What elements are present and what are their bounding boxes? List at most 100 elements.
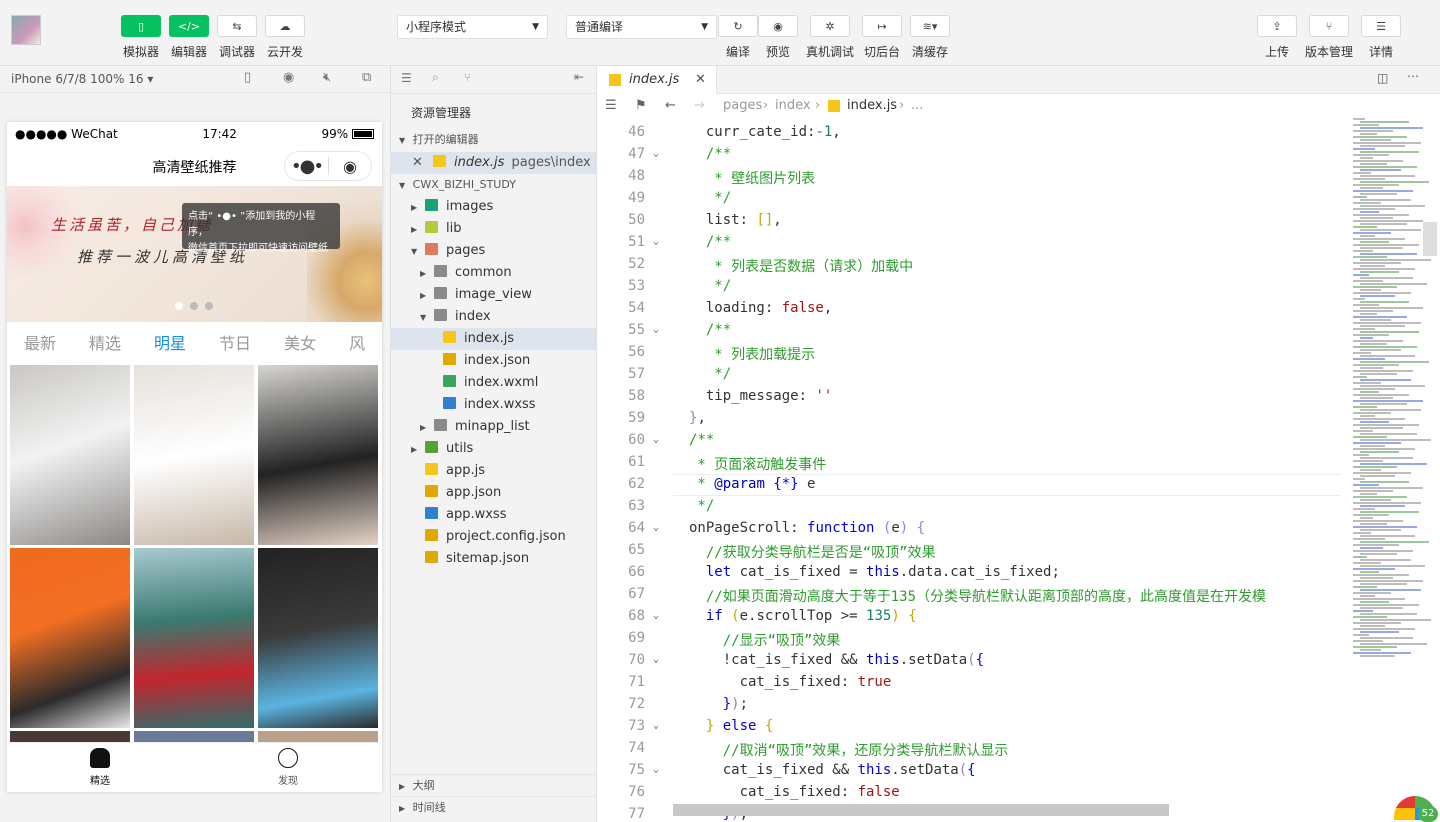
close-icon[interactable]: ✕ <box>412 155 423 170</box>
tree-item-index[interactable]: ▼ index <box>391 306 596 328</box>
compile-select[interactable]: 普通编译 ▼ <box>566 15 717 39</box>
code-line[interactable]: * 页面滚动触发事件 <box>689 454 826 474</box>
code-line[interactable]: cat_is_fixed: true <box>689 674 892 690</box>
open-editors-header[interactable]: ▼ 打开的编辑器 <box>391 130 596 150</box>
list-icon[interactable]: ☰ <box>605 94 617 118</box>
tree-item-images[interactable]: ▶ images <box>391 196 596 218</box>
version-control-button[interactable]: ⑂ 版本管理 <box>1299 15 1359 60</box>
detach-window-icon[interactable]: ⧉ <box>362 70 371 85</box>
code-area[interactable]: 46 curr_cate_id:-1, 47 ⌄ /** 48 * 壁纸图片列表 49 … <box>597 118 1341 822</box>
fold-toggle-icon[interactable]: ⌄ <box>653 764 659 775</box>
wallpaper-thumbnail[interactable] <box>258 365 378 545</box>
outline-section[interactable]: ▶ 大纲 <box>391 774 596 796</box>
tree-item-index-js[interactable]: index.js <box>391 328 596 350</box>
tree-item-lib[interactable]: ▶ lib <box>391 218 596 240</box>
horizontal-scrollbar[interactable] <box>673 804 1169 816</box>
code-line[interactable]: */ <box>689 278 731 294</box>
code-line[interactable]: curr_cate_id:-1, <box>689 124 841 140</box>
project-header[interactable]: ▼ CWX_BIZHI_STUDY <box>391 174 596 196</box>
tree-item-sitemap-json[interactable]: sitemap.json <box>391 548 596 570</box>
code-line[interactable]: loading: false, <box>689 300 832 316</box>
tab-stars[interactable]: 明星 <box>154 330 186 354</box>
tab-index-js[interactable]: index.js ✕ <box>597 66 717 94</box>
tree-item-app-wxss[interactable]: app.wxss <box>391 504 596 526</box>
more-dots-icon[interactable]: •●• <box>285 156 328 177</box>
tree-item-index-wxss[interactable]: index.wxss <box>391 394 596 416</box>
add-tip-popup[interactable]: 点击“ •●• ”添加到我的小程序， 微信首页下拉即可快速访问壁纸 <box>182 203 340 254</box>
fold-toggle-icon[interactable]: ⌄ <box>653 720 659 731</box>
code-line[interactable]: */ <box>689 190 731 206</box>
code-line[interactable]: list: [], <box>689 212 782 228</box>
wallpaper-thumbnail[interactable] <box>134 548 254 728</box>
wallpaper-thumbnail[interactable] <box>134 365 254 545</box>
code-line[interactable]: }); <box>689 696 748 712</box>
tree-item-index-json[interactable]: index.json <box>391 350 596 372</box>
forward-arrow-icon[interactable]: → <box>694 94 705 118</box>
phone-icon[interactable]: ▯ <box>244 70 251 85</box>
tab-festival[interactable]: 节日 <box>219 330 251 354</box>
code-line[interactable]: !cat_is_fixed && this.setData({ <box>689 652 984 668</box>
swiper-dot[interactable] <box>190 302 198 310</box>
code-line[interactable]: * 列表是否数据（请求）加载中 <box>689 256 913 276</box>
tree-item-minapp-list[interactable]: ▶ minapp_list <box>391 416 596 438</box>
close-icon[interactable]: ✕ <box>695 66 706 94</box>
branch-icon[interactable]: ⑂ <box>464 70 471 84</box>
fold-toggle-icon[interactable]: ⌄ <box>653 522 659 533</box>
tab-beauty[interactable]: 美女 <box>284 330 316 354</box>
record-icon[interactable]: ◉ <box>283 70 294 85</box>
fold-toggle-icon[interactable]: ⌄ <box>653 434 659 445</box>
breadcrumb-item[interactable]: index.js <box>847 94 897 118</box>
breadcrumb-item[interactable]: ... <box>911 94 923 118</box>
code-line[interactable]: */ <box>689 498 714 514</box>
tree-item-image-view[interactable]: ▶ image_view <box>391 284 596 306</box>
search-icon[interactable]: ⌕ <box>432 70 439 85</box>
banner-swiper[interactable]: 生活虽苦，自己加糖 推荐一波儿高清壁纸 点击“ •●• ”添加到我的小程序， 微… <box>7 186 382 322</box>
tree-item-app-js[interactable]: app.js <box>391 460 596 482</box>
code-line[interactable]: * 壁纸图片列表 <box>689 168 815 188</box>
code-line[interactable]: cat_is_fixed: false <box>689 784 900 800</box>
code-line[interactable]: /** <box>689 234 731 250</box>
fold-toggle-icon[interactable]: ⌄ <box>653 610 659 621</box>
code-line[interactable]: }, <box>689 410 706 426</box>
tree-item-pages[interactable]: ▼ pages <box>391 240 596 262</box>
capsule-menu[interactable]: •●• ◉ <box>284 151 372 181</box>
wallpaper-thumbnail[interactable] <box>10 365 130 545</box>
code-line[interactable]: //获取分类导航栏是否是“吸顶”效果 <box>689 542 936 562</box>
code-line[interactable]: //显示“吸顶”效果 <box>689 630 841 650</box>
mute-icon[interactable]: 🔇︎ <box>323 70 331 85</box>
tree-item-utils[interactable]: ▶ utils <box>391 438 596 460</box>
code-line[interactable]: //取消“吸顶”效果，还原分类导航栏默认显示 <box>689 740 1009 760</box>
code-line[interactable]: if (e.scrollTop >= 135) { <box>689 608 917 624</box>
cloud-dev-button[interactable]: ☁ 云开发 <box>255 15 315 60</box>
swiper-dot[interactable] <box>205 302 213 310</box>
code-line[interactable]: } else { <box>689 718 773 734</box>
tree-item-app-json[interactable]: app.json <box>391 482 596 504</box>
breadcrumb-item[interactable]: index <box>775 94 811 118</box>
tree-item-index-wxml[interactable]: index.wxml <box>391 372 596 394</box>
wallpaper-thumbnail[interactable] <box>10 548 130 728</box>
wallpaper-thumbnail[interactable] <box>258 548 378 728</box>
close-miniprogram-icon[interactable]: ◉ <box>329 157 371 176</box>
fold-toggle-icon[interactable]: ⌄ <box>653 236 659 247</box>
tab-featured[interactable]: 精选 <box>89 330 121 354</box>
split-editor-icon[interactable]: ◫ <box>1377 71 1388 85</box>
code-line[interactable]: */ <box>689 366 731 382</box>
code-line[interactable]: let cat_is_fixed = this.data.cat_is_fixe… <box>689 564 1060 580</box>
code-line[interactable]: /** <box>689 322 731 338</box>
real-device-debug-button[interactable]: ✲ 真机调试 <box>800 15 860 60</box>
code-line[interactable]: /** <box>689 432 714 448</box>
details-button[interactable]: ☰ 详情 <box>1351 15 1411 60</box>
upload-button[interactable]: ⇪ 上传 <box>1247 15 1307 60</box>
swiper-dot[interactable] <box>175 302 183 310</box>
device-select[interactable]: iPhone 6/7/8 100% 16 ▾ <box>11 72 153 86</box>
bookmark-icon[interactable]: ⚑ <box>635 94 647 118</box>
code-line[interactable]: /** <box>689 146 731 162</box>
bottom-tab-discover[interactable]: 发现 <box>268 746 308 787</box>
collapse-panel-icon[interactable]: ⇤ <box>574 70 584 84</box>
code-line[interactable]: cat_is_fixed && this.setData({ <box>689 762 976 778</box>
fold-toggle-icon[interactable]: ⌄ <box>653 324 659 335</box>
timeline-section[interactable]: ▶ 时间线 <box>391 796 596 818</box>
fold-toggle-icon[interactable]: ⌄ <box>653 654 659 665</box>
code-line[interactable]: * @param {*} e <box>689 476 815 492</box>
tab-scenery[interactable]: 风 <box>349 330 365 354</box>
